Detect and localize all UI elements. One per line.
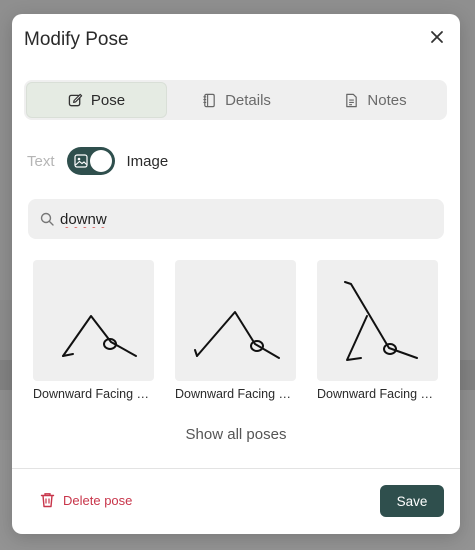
dialog-header: Modify Pose — [12, 14, 460, 68]
pose-result-card[interactable]: Downward Facing Dog — [317, 260, 439, 401]
downward-dog-sketch-icon — [344, 281, 418, 361]
tab-label: Details — [225, 91, 271, 109]
footer-divider — [12, 468, 460, 469]
text-mode-label: Text — [27, 152, 55, 170]
document-icon — [346, 93, 358, 107]
text-image-toggle[interactable] — [66, 147, 115, 175]
image-icon — [73, 154, 88, 168]
search-results: Downward Facing Dog Downward Facing Dog — [33, 260, 439, 401]
tab-details[interactable]: Details — [167, 82, 306, 118]
search-input[interactable] — [60, 210, 400, 228]
close-button[interactable] — [428, 28, 446, 46]
search-icon — [40, 212, 54, 226]
pose-thumbnail — [317, 260, 438, 381]
tab-label: Pose — [90, 91, 126, 109]
delete-pose-label: Delete pose — [63, 492, 133, 508]
mode-switch-row: Text Image — [27, 146, 168, 176]
save-button[interactable]: Save — [380, 485, 444, 517]
pose-thumbnail — [33, 260, 154, 381]
pose-result-label: Downward Facing Dog — [33, 387, 155, 401]
tab-bar: Pose Details Notes — [24, 80, 447, 120]
close-icon — [431, 31, 443, 43]
pose-result-card[interactable]: Downward Facing Dog — [33, 260, 155, 401]
edit-icon — [68, 93, 83, 106]
downward-dog-sketch-icon — [194, 311, 280, 359]
tab-label: Notes — [367, 91, 407, 109]
toggle-knob — [89, 150, 112, 172]
image-mode-label: Image — [126, 152, 169, 170]
trash-icon — [40, 493, 55, 508]
tab-pose[interactable]: Pose — [26, 82, 167, 118]
downward-dog-sketch-icon — [62, 315, 137, 357]
modify-pose-dialog: Modify Pose Pose Details Notes Text Imag… — [12, 14, 460, 534]
delete-pose-button[interactable]: Delete pose — [40, 492, 132, 508]
pose-thumbnail — [175, 260, 296, 381]
pose-result-label: Downward Facing Dog — [317, 387, 439, 401]
pose-result-label: Downward Facing Dog — [175, 387, 297, 401]
pose-search — [28, 199, 444, 239]
tab-notes[interactable]: Notes — [306, 82, 445, 118]
pose-result-card[interactable]: Downward Facing Dog — [175, 260, 297, 401]
show-all-poses-link[interactable]: Show all poses — [12, 426, 460, 443]
dialog-title: Modify Pose — [24, 29, 129, 50]
notebook-icon — [203, 93, 215, 107]
